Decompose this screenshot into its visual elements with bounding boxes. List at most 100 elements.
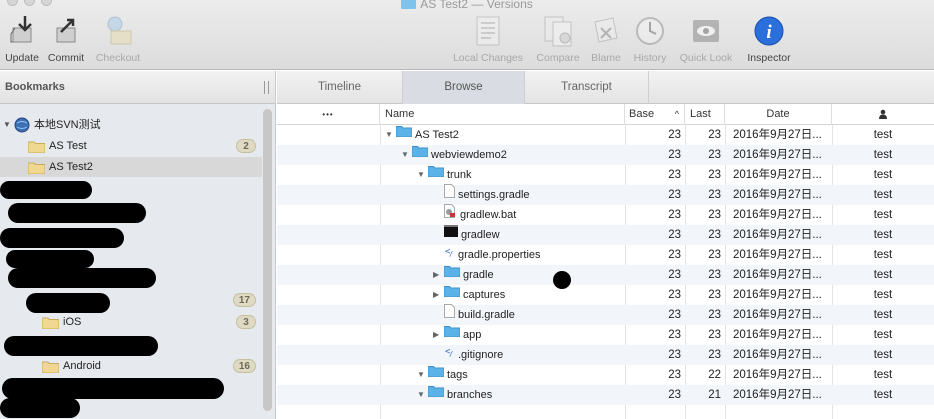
change-count-badge: 17 [232,293,256,307]
redaction-dot [553,271,571,289]
redaction-mark [26,293,110,313]
sidebar-scrollbar[interactable] [263,109,272,411]
file-name: tags [447,369,468,381]
author: test [873,309,893,321]
last-revision: 22 [708,369,721,381]
person-icon [879,109,887,120]
column-header-last[interactable]: Last [685,104,725,125]
tab-timeline[interactable]: Timeline [277,71,403,104]
last-revision: 23 [708,229,721,241]
disclosure-closed-icon[interactable]: ▶ [433,325,442,345]
author: test [873,189,893,201]
inspector-button[interactable]: i Inspector [741,14,797,64]
change-count-badge: 2 [236,139,256,153]
sidebar-item-ios[interactable]: iOS 3 [0,312,262,332]
sidebar-repo-item[interactable]: ▼ 本地SVN测试 [0,115,262,135]
sidebar-item-as-test2[interactable]: AS Test2 [0,157,262,177]
table-row[interactable]: ▼ branches 23 21 2016年9月27日... test [277,385,934,405]
table-row[interactable]: ▶ captures 23 23 2016年9月27日... test [277,285,934,305]
local-changes-button[interactable]: Local Changes [445,14,531,64]
column-header-name[interactable]: Name [380,104,625,125]
base-revision: 23 [668,169,681,181]
history-button[interactable]: History [622,14,678,64]
file-name: gradlew [461,229,500,241]
last-revision: 23 [708,309,721,321]
column-options-button[interactable]: ••• [277,104,380,125]
file-icon [444,183,455,205]
sidebar-item-android[interactable]: Android 16 [0,356,262,376]
folder-icon [395,124,413,144]
table-row[interactable]: ▼ tags 23 22 2016年9月27日... test [277,365,934,385]
modified-date: 2016年9月27日... [733,149,822,161]
folder-icon [401,0,417,9]
table-row[interactable]: ▼ trunk 23 23 2016年9月27日... test [277,165,934,185]
file-name: trunk [447,169,472,181]
last-revision: 23 [708,209,721,221]
disclosure-open-icon[interactable]: ▼ [401,145,410,165]
table-row[interactable]: ▶ app 23 23 2016年9月27日... test [277,325,934,345]
table-row[interactable]: ▼ webviewdemo2 23 23 2016年9月27日... test [277,145,934,165]
disclosure-open-icon[interactable]: ▼ [417,365,426,385]
base-revision: 23 [668,369,681,381]
file-name: gradle [463,269,494,281]
column-header-author[interactable] [832,104,934,125]
tab-browse[interactable]: Browse [403,71,525,104]
last-revision: 23 [708,169,721,181]
folder-icon [42,317,59,329]
disclosure-open-icon[interactable]: ▼ [3,115,11,135]
table-row[interactable]: build.gradle 23 23 2016年9月27日... test [277,303,934,325]
author: test [873,329,893,341]
redaction-mark [8,203,146,223]
column-header-date[interactable]: Date [725,104,832,125]
file-name: webviewdemo2 [431,149,507,161]
svg-text:/: / [449,350,453,357]
author: test [873,229,893,241]
change-count-badge: 3 [236,315,256,329]
name-cell: ▼ AS Test2 [385,125,459,145]
local-changes-icon [476,16,500,46]
last-revision: 23 [708,269,721,281]
folder-icon [443,324,461,344]
table-row[interactable]: gradlew 23 23 2016年9月27日... test [277,225,934,245]
modified-date: 2016年9月27日... [733,229,822,241]
author: test [873,149,893,161]
tab-transcript[interactable]: Transcript [525,71,649,104]
disclosure-closed-icon[interactable]: ▶ [433,265,442,285]
author: test [873,209,893,221]
disclosure-open-icon[interactable]: ▼ [417,165,426,185]
modified-date: 2016年9月27日... [733,169,822,181]
modified-date: 2016年9月27日... [733,309,822,321]
base-revision: 23 [668,389,681,401]
file-name: branches [447,389,493,401]
last-revision: 23 [708,149,721,161]
redaction-mark [6,250,94,268]
folder-icon [411,144,429,164]
disclosure-open-icon[interactable]: ▼ [417,385,426,405]
table-row[interactable]: < / gradle.properties 23 23 2016年9月27日... test [277,245,934,265]
sidebar-item-as-test[interactable]: AS Test 2 [0,136,262,156]
checkout-button[interactable]: Checkout [90,14,146,64]
disclosure-open-icon[interactable]: ▼ [385,125,394,145]
column-header-base[interactable]: Base ^ [625,104,685,125]
file-name: .gitignore [458,349,504,361]
table-row[interactable]: ▶ gradle 23 23 2016年9月27日... test [277,265,934,285]
base-revision: 23 [668,269,681,281]
table-row[interactable]: settings.gradle 23 23 2016年9月27日... test [277,183,934,205]
info-icon: i [754,16,784,46]
base-revision: 23 [668,249,681,261]
sidebar-resize-handle[interactable] [264,81,269,94]
name-cell: gradlew [433,225,500,245]
table-row[interactable]: ▼ AS Test2 23 23 2016年9月27日... test [277,125,934,145]
file-name: settings.gradle [458,189,530,201]
quick-look-button[interactable]: Quick Look [678,14,734,64]
commit-button[interactable]: Commit [38,14,94,64]
table-row[interactable]: < / .gitignore 23 23 2016年9月27日... test [277,345,934,365]
disclosure-closed-icon[interactable]: ▶ [433,285,442,305]
modified-date: 2016年9月27日... [733,389,822,401]
name-cell: ▼ trunk [417,165,471,185]
table-row[interactable]: gradlew.bat 23 23 2016年9月27日... test [277,203,934,225]
folder-icon [427,164,445,184]
folder-icon [443,264,461,284]
blame-icon [594,17,618,43]
compare-icon [544,16,572,47]
